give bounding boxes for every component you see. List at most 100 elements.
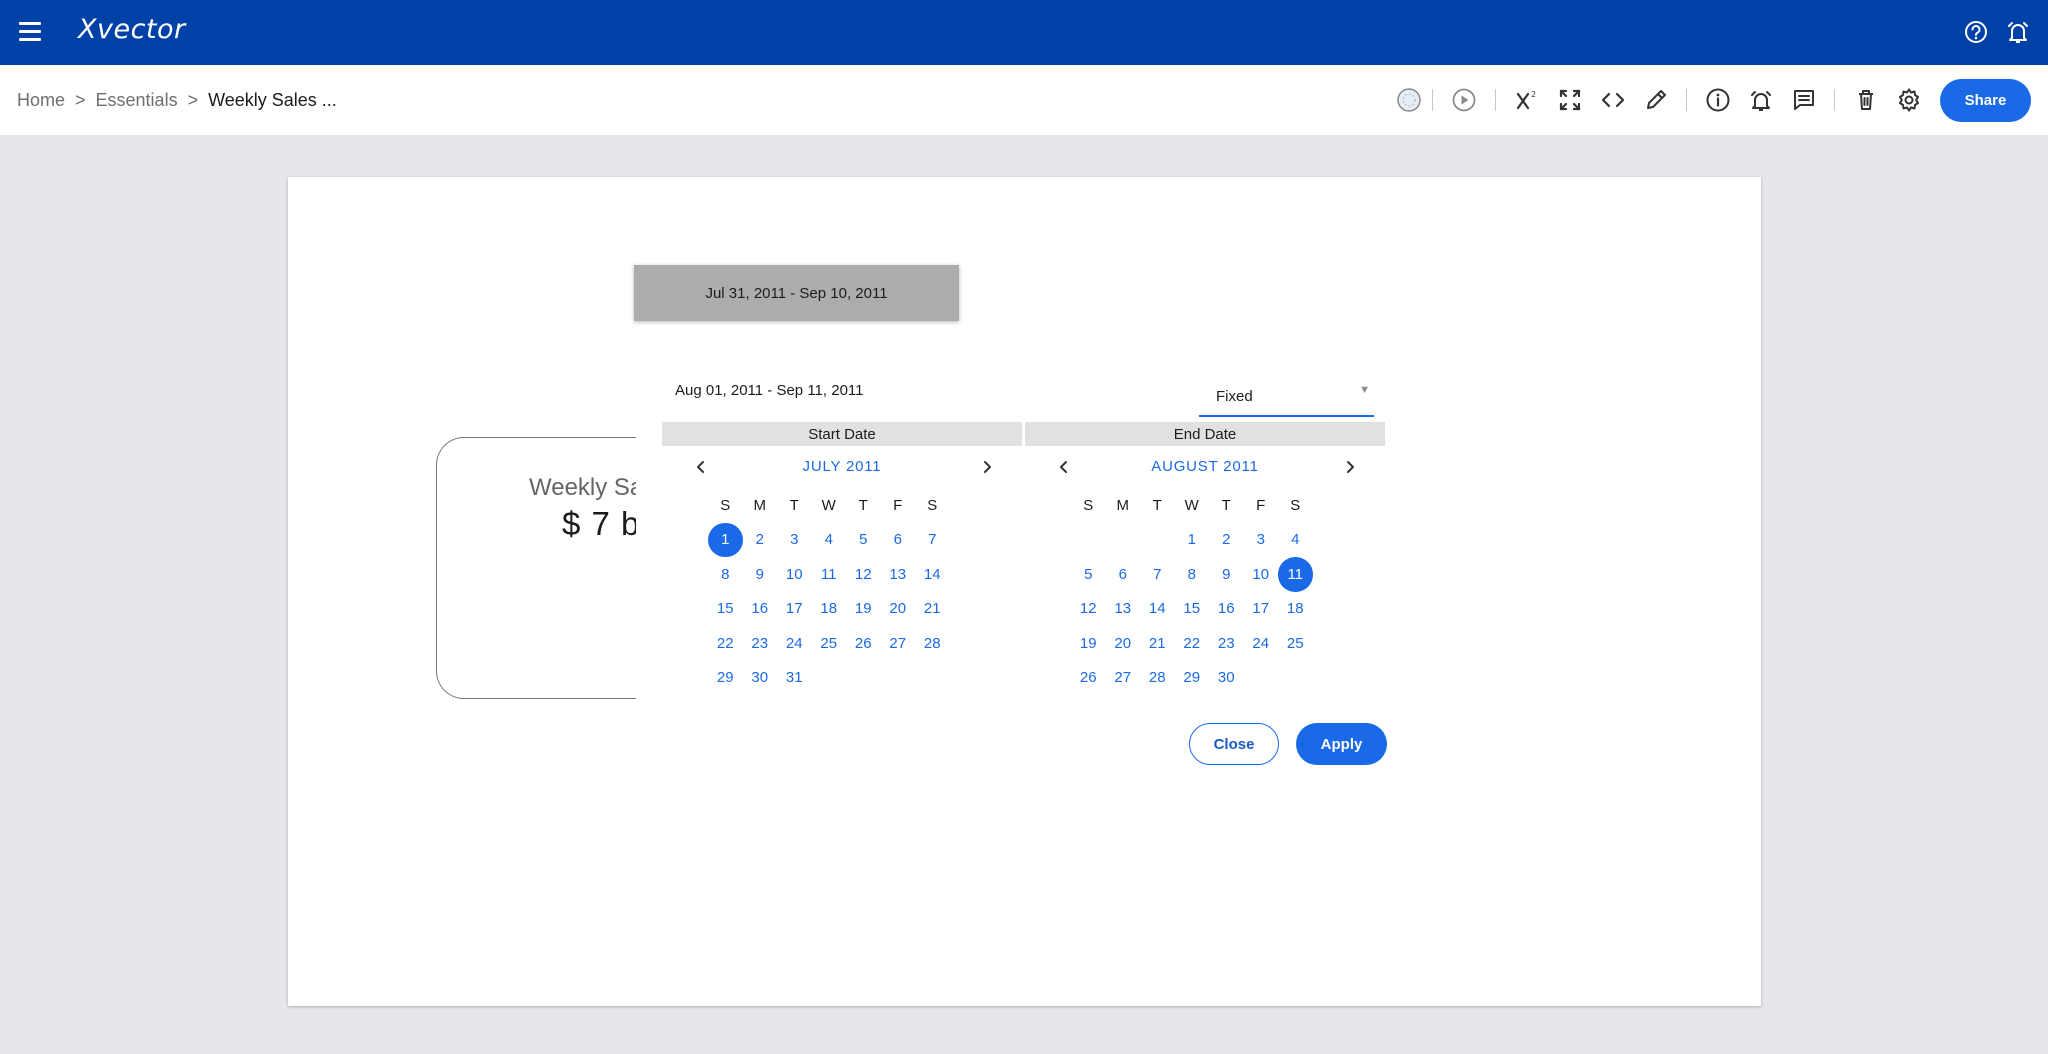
day-cell[interactable]: 29 [708, 661, 743, 696]
notification-bell-icon[interactable] [2002, 16, 2034, 48]
superscript-icon[interactable]: 2 [1512, 85, 1542, 115]
range-mode-select[interactable]: Fixed ▼ [1199, 377, 1374, 417]
day-cell[interactable]: 18 [1278, 592, 1313, 627]
day-cell-selected[interactable]: 1 [708, 522, 743, 557]
day-cell[interactable]: 16 [743, 592, 778, 627]
next-month-icon[interactable] [1339, 456, 1361, 478]
date-range-filter-chip[interactable]: Jul 31, 2011 - Sep 10, 2011 [634, 265, 959, 321]
top-app-bar: Xvector [0, 0, 2048, 65]
day-cell[interactable]: 28 [915, 626, 950, 661]
day-cell[interactable]: 6 [1106, 557, 1141, 592]
day-cell[interactable]: 6 [881, 523, 916, 558]
day-cell[interactable]: 19 [1071, 626, 1106, 661]
day-cell[interactable]: 11 [812, 557, 847, 592]
close-button[interactable]: Close [1189, 723, 1279, 765]
day-cell[interactable]: 31 [777, 661, 812, 696]
weekday-label: W [821, 496, 836, 514]
pencil-icon[interactable] [1641, 85, 1671, 115]
day-cell[interactable]: 23 [743, 626, 778, 661]
day-cell[interactable]: 27 [1106, 661, 1141, 696]
fullscreen-icon[interactable] [1555, 85, 1585, 115]
day-cell[interactable]: 30 [1209, 661, 1244, 696]
day-cell-selected[interactable]: 11 [1278, 557, 1313, 592]
settings-icon[interactable] [1894, 85, 1924, 115]
day-cell[interactable]: 26 [846, 626, 881, 661]
day-cell[interactable]: 14 [1140, 592, 1175, 627]
day-cell[interactable]: 4 [812, 523, 847, 558]
day-cell[interactable]: 25 [812, 626, 847, 661]
weekday-label: S [1290, 496, 1301, 514]
day-cell[interactable]: 9 [1209, 557, 1244, 592]
weekday-label: F [893, 496, 903, 514]
day-cell[interactable]: 20 [881, 592, 916, 627]
kpi-card[interactable]: Weekly Sa $ 7 b [436, 437, 636, 699]
weekday-label: T [789, 496, 799, 514]
day-cell[interactable]: 4 [1278, 523, 1313, 558]
day-cell[interactable]: 15 [1175, 592, 1210, 627]
selected-range-text: Aug 01, 2011 - Sep 11, 2011 [675, 382, 864, 399]
day-cell[interactable]: 1 [1175, 523, 1210, 558]
day-cell[interactable]: 14 [915, 557, 950, 592]
start-day-grid: S M T W T F S 1 2 3 4 5 6 7 8 9 10 11 12 13 14 15 16 17 18 19 20 21… [708, 488, 953, 695]
share-button[interactable]: Share [1940, 79, 2031, 122]
day-cell[interactable]: 7 [1140, 557, 1175, 592]
apply-button[interactable]: Apply [1296, 723, 1387, 765]
day-cell[interactable]: 18 [812, 592, 847, 627]
day-cell[interactable]: 10 [777, 557, 812, 592]
day-cell[interactable]: 13 [881, 557, 916, 592]
day-cell[interactable]: 5 [846, 523, 881, 558]
day-cell[interactable]: 3 [1244, 523, 1279, 558]
day-cell[interactable]: 20 [1106, 626, 1141, 661]
day-cell[interactable]: 9 [743, 557, 778, 592]
day-cell[interactable]: 8 [1175, 557, 1210, 592]
day-cell[interactable]: 7 [915, 523, 950, 558]
day-cell[interactable]: 22 [708, 626, 743, 661]
end-date-header: End Date [1025, 422, 1385, 446]
play-icon[interactable] [1449, 85, 1479, 115]
day-cell[interactable]: 24 [777, 626, 812, 661]
day-cell[interactable]: 13 [1106, 592, 1141, 627]
day-cell[interactable]: 3 [777, 523, 812, 558]
day-cell[interactable]: 30 [743, 661, 778, 696]
day-cell[interactable]: 12 [1071, 592, 1106, 627]
day-cell[interactable]: 22 [1175, 626, 1210, 661]
day-cell[interactable]: 21 [1140, 626, 1175, 661]
day-cell[interactable]: 25 [1278, 626, 1313, 661]
day-cell[interactable]: 10 [1244, 557, 1279, 592]
day-cell[interactable]: 21 [915, 592, 950, 627]
day-cell[interactable]: 26 [1071, 661, 1106, 696]
day-cell[interactable]: 17 [1244, 592, 1279, 627]
hamburger-menu-icon[interactable] [16, 17, 44, 45]
breadcrumb-essentials[interactable]: Essentials [96, 90, 178, 111]
day-cell[interactable]: 2 [1209, 523, 1244, 558]
weekday-label: S [720, 496, 731, 514]
day-cell[interactable]: 28 [1140, 661, 1175, 696]
day-cell[interactable]: 24 [1244, 626, 1279, 661]
weekday-label: T [858, 496, 868, 514]
breadcrumb-separator: > [75, 90, 86, 110]
day-cell[interactable]: 29 [1175, 661, 1210, 696]
day-cell[interactable]: 17 [777, 592, 812, 627]
day-cell[interactable]: 12 [846, 557, 881, 592]
day-cell[interactable]: 2 [743, 523, 778, 558]
weekday-label: F [1256, 496, 1266, 514]
day-cell[interactable]: 5 [1071, 557, 1106, 592]
help-icon[interactable] [1960, 16, 1992, 48]
dropdown-arrow-icon: ▼ [1359, 384, 1370, 396]
day-cell[interactable]: 27 [881, 626, 916, 661]
day-cell[interactable]: 8 [708, 557, 743, 592]
code-icon[interactable] [1598, 85, 1628, 115]
next-month-icon[interactable] [976, 456, 998, 478]
day-cell[interactable]: 15 [708, 592, 743, 627]
day-cell[interactable]: 23 [1209, 626, 1244, 661]
info-icon[interactable] [1703, 85, 1733, 115]
kpi-value: $ 7 b [562, 505, 636, 542]
status-icon[interactable] [1394, 85, 1424, 115]
alert-icon[interactable] [1746, 85, 1776, 115]
trash-icon[interactable] [1851, 85, 1881, 115]
day-cell[interactable]: 16 [1209, 592, 1244, 627]
breadcrumb-home[interactable]: Home [17, 90, 65, 111]
day-cell[interactable]: 19 [846, 592, 881, 627]
app-logo[interactable]: Xvector [78, 14, 186, 45]
comment-icon[interactable] [1789, 85, 1819, 115]
